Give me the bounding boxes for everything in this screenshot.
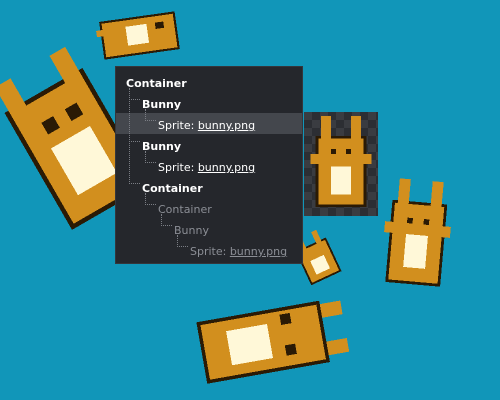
- tree-node-sprite-hidden[interactable]: Sprite: bunny.png: [190, 241, 287, 262]
- canvas-stage[interactable]: Container Bunny Sprite: bunny.png Bunny …: [0, 0, 500, 400]
- bunny-sprite[interactable]: [183, 283, 356, 399]
- texture-link[interactable]: bunny.png: [230, 245, 287, 258]
- node-type-label: Bunny: [174, 224, 209, 237]
- node-type-label: Bunny: [142, 140, 182, 153]
- scene-tree-panel: Container Bunny Sprite: bunny.png Bunny …: [115, 66, 303, 264]
- tree-node-sprite-selected[interactable]: Sprite: bunny.png: [158, 115, 255, 136]
- bunny-sprite-icon: [308, 116, 374, 212]
- tree-node-bunny[interactable]: Bunny: [142, 94, 181, 115]
- texture-link[interactable]: bunny.png: [198, 161, 255, 174]
- texture-preview: [304, 112, 378, 216]
- node-type-label: Sprite: [158, 161, 191, 174]
- node-separator: :: [190, 119, 198, 132]
- tree-node-container[interactable]: Container: [126, 73, 187, 94]
- node-type-label: Container: [126, 77, 187, 90]
- tree-node-bunny-hidden[interactable]: Bunny: [174, 220, 209, 241]
- node-type-label: Container: [158, 203, 212, 216]
- texture-link[interactable]: bunny.png: [198, 119, 255, 132]
- node-separator: :: [190, 161, 198, 174]
- node-separator: :: [222, 245, 230, 258]
- tree-node-container-hidden[interactable]: Container: [158, 199, 212, 220]
- tree-node-container[interactable]: Container: [142, 178, 203, 199]
- tree-node-sprite[interactable]: Sprite: bunny.png: [158, 157, 255, 178]
- tree-node-bunny[interactable]: Bunny: [142, 136, 181, 157]
- node-type-label: Sprite: [190, 245, 223, 258]
- node-type-label: Container: [142, 182, 203, 195]
- node-type-label: Sprite: [158, 119, 191, 132]
- bunny-sprite[interactable]: [378, 177, 455, 293]
- node-type-label: Bunny: [142, 98, 182, 111]
